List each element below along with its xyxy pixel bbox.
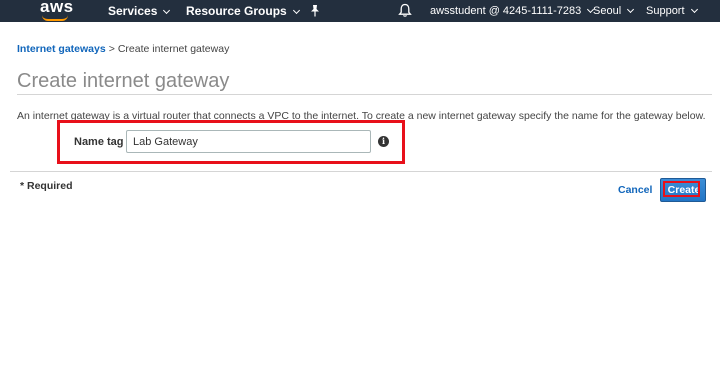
breadcrumb-separator: > [108, 43, 115, 55]
chevron-down-icon [627, 5, 635, 14]
required-note: * Required [20, 180, 73, 192]
account-label: awsstudent @ 4245-1111-7283 [430, 5, 582, 17]
breadcrumb-current: Create internet gateway [117, 43, 230, 55]
page-title: Create internet gateway [17, 70, 230, 92]
support-label: Support [646, 5, 685, 17]
bell-icon[interactable] [398, 3, 412, 18]
title-divider [17, 94, 712, 95]
footer-divider [10, 171, 712, 172]
chevron-down-icon [163, 6, 171, 15]
chevron-down-icon [690, 5, 698, 14]
create-button-label: Create [667, 184, 701, 196]
create-button[interactable]: Create [660, 178, 706, 202]
breadcrumb: Internet gateways > Create internet gatewa… [17, 43, 229, 55]
info-icon[interactable]: i [378, 136, 389, 147]
name-tag-label: Name tag [74, 136, 124, 148]
cancel-button[interactable]: Cancel [618, 184, 652, 196]
account-menu[interactable]: awsstudent @ 4245-1111-7283 [430, 5, 595, 17]
services-menu[interactable]: Services [108, 4, 171, 18]
top-nav-bar: aws Services Resource Groups awsstudent … [0, 0, 720, 22]
aws-logo-smile [42, 15, 68, 21]
chevron-down-icon [292, 6, 300, 15]
name-tag-input[interactable] [126, 130, 371, 153]
page-description: An internet gateway is a virtual router … [17, 110, 706, 122]
pin-icon[interactable] [309, 4, 321, 17]
services-label: Services [108, 4, 158, 18]
region-menu[interactable]: Seoul [593, 5, 635, 17]
resource-groups-label: Resource Groups [186, 4, 287, 18]
breadcrumb-internet-gateways-link[interactable]: Internet gateways [17, 43, 106, 55]
resource-groups-menu[interactable]: Resource Groups [186, 4, 300, 18]
region-label: Seoul [593, 5, 622, 17]
support-menu[interactable]: Support [646, 5, 698, 17]
